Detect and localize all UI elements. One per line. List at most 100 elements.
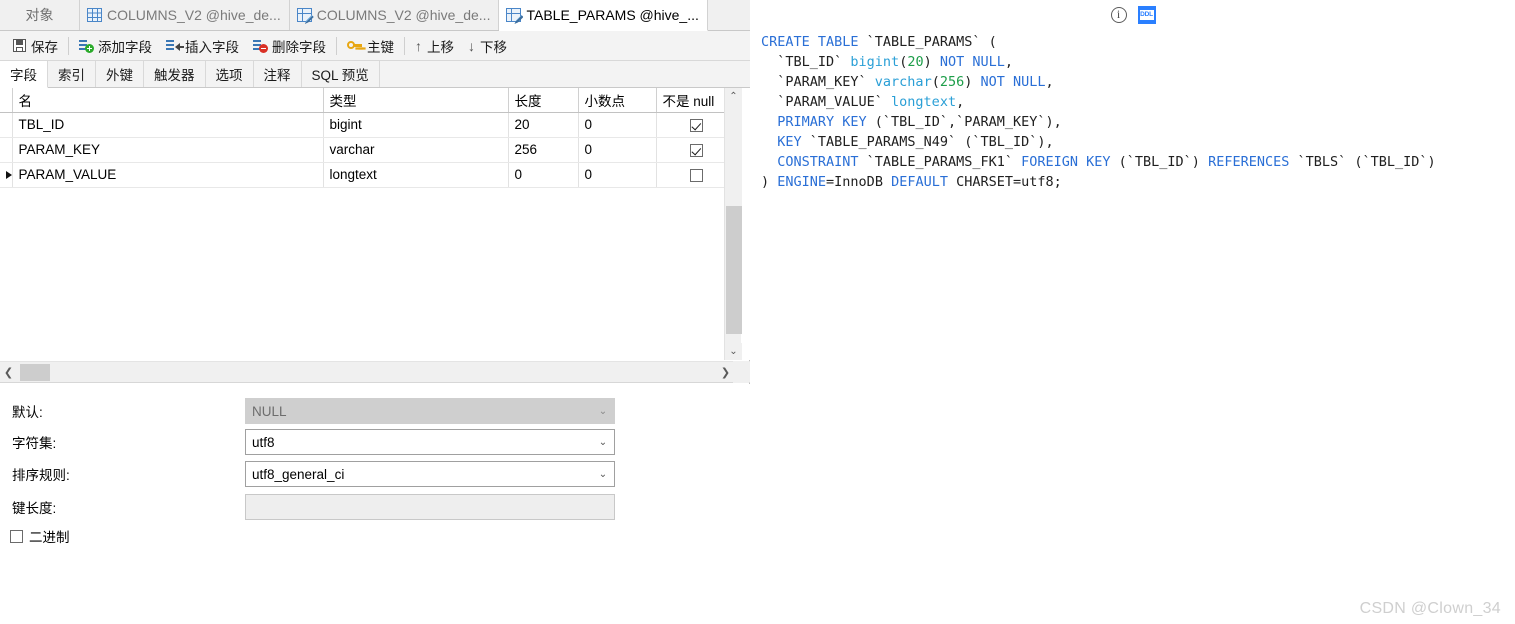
row-marker-header — [0, 88, 13, 113]
document-tabbar: 对象 COLUMNS_V2 @hive_de... COLUMNS_V2 @hi… — [0, 0, 750, 31]
chevron-down-icon: ⌄ — [598, 436, 608, 448]
grid-vertical-scrollbar[interactable]: ⌃ ⌄ — [724, 88, 742, 360]
column-header-name[interactable]: 名 — [12, 88, 324, 113]
table-grid-icon — [87, 8, 102, 22]
watermark: CSDN @Clown_34 — [1359, 600, 1501, 617]
toolbar-separator — [404, 36, 405, 55]
scrollbar-thumb[interactable] — [20, 364, 50, 381]
ddl-line: CONSTRAINT `TABLE_PARAMS_FK1` FOREIGN KE… — [761, 152, 1515, 172]
add-field-button[interactable]: 添加字段 — [72, 34, 159, 58]
field-properties-form: 默认: NULL ⌄ 字符集: utf8 ⌄ 排序规则: utf8_genera… — [0, 384, 750, 624]
ddl-token: CONSTRAINT — [777, 154, 859, 170]
not-null-checkbox[interactable] — [689, 118, 703, 132]
scrollbar-thumb[interactable] — [726, 206, 742, 334]
subtab-label: 触发器 — [154, 68, 195, 83]
fields-grid[interactable]: 名 类型 长度 小数点 不是 null TBL_ID bigint 20 0 P… — [0, 88, 750, 360]
primary-key-button[interactable]: 主键 — [340, 34, 401, 58]
toolbar-separator — [336, 36, 337, 55]
column-header-length[interactable]: 长度 — [508, 88, 579, 113]
binary-checkbox[interactable] — [10, 529, 23, 543]
ddl-token: ) — [923, 54, 940, 70]
ddl-token: `PARAM_VALUE` — [761, 94, 892, 110]
cell-type[interactable]: bigint — [323, 112, 509, 138]
binary-checkbox-row[interactable]: 二进制 — [10, 526, 70, 546]
delete-field-button[interactable]: 删除字段 — [246, 34, 333, 58]
subtab-foreign-keys[interactable]: 外键 — [96, 61, 144, 87]
table-row[interactable]: PARAM_VALUE longtext 0 0 — [0, 162, 731, 188]
subtab-options[interactable]: 选项 — [205, 61, 254, 87]
key-icon — [347, 39, 362, 52]
scroll-right-button[interactable]: ❯ — [717, 362, 734, 383]
ddl-line: CREATE TABLE `TABLE_PARAMS` ( — [761, 32, 1515, 52]
cell-length[interactable]: 256 — [508, 137, 579, 163]
move-up-button[interactable]: ↑ 上移 — [408, 34, 461, 58]
collation-select[interactable]: utf8_general_ci ⌄ — [245, 461, 615, 487]
not-null-checkbox[interactable] — [689, 168, 703, 182]
fields-table: 名 类型 长度 小数点 不是 null TBL_ID bigint 20 0 P… — [0, 88, 731, 188]
ddl-token — [761, 134, 777, 150]
table-row[interactable]: TBL_ID bigint 20 0 — [0, 112, 731, 138]
tab-label: COLUMNS_V2 @hive_de... — [316, 7, 491, 23]
scroll-down-button[interactable]: ⌄ — [725, 343, 742, 360]
cell-decimals[interactable]: 0 — [578, 137, 657, 163]
table-row[interactable]: PARAM_KEY varchar 256 0 — [0, 137, 731, 163]
key-length-input[interactable] — [245, 494, 615, 520]
subtab-triggers[interactable]: 触发器 — [144, 61, 206, 87]
scroll-left-button[interactable]: ❮ — [0, 362, 17, 383]
tab-label: TABLE_PARAMS @hive_... — [526, 7, 699, 23]
cell-name[interactable]: TBL_ID — [12, 112, 324, 138]
cell-length[interactable]: 0 — [508, 162, 579, 188]
subtab-label: 字段 — [10, 68, 37, 83]
cell-type[interactable]: longtext — [323, 162, 509, 188]
not-null-checkbox[interactable] — [689, 143, 703, 157]
ddl-line: PRIMARY KEY (`TBL_ID`,`PARAM_KEY`), — [761, 112, 1515, 132]
info-icon[interactable]: i — [1110, 7, 1127, 23]
ddl-preview-pane: i CREATE TABLE `TABLE_PARAMS` ( `TBL_ID`… — [751, 0, 1515, 624]
cell-not-null[interactable] — [656, 137, 731, 163]
cell-type[interactable]: varchar — [323, 137, 509, 163]
move-down-button[interactable]: ↓ 下移 — [461, 34, 514, 58]
cell-decimals[interactable]: 0 — [578, 112, 657, 138]
move-down-label: 下移 — [480, 39, 507, 55]
ddl-token: NOT NULL — [939, 54, 1005, 70]
grid-horizontal-scrollbar[interactable]: ❮ ❯ — [0, 361, 750, 383]
tab-columns-v2-data[interactable]: COLUMNS_V2 @hive_de... — [80, 0, 290, 30]
save-label: 保存 — [31, 39, 58, 55]
cell-not-null[interactable] — [656, 162, 731, 188]
row-marker-cell — [0, 162, 13, 188]
ddl-token: longtext — [891, 94, 957, 110]
subtab-indexes[interactable]: 索引 — [48, 61, 96, 87]
tab-table-params-design[interactable]: TABLE_PARAMS @hive_... — [499, 0, 708, 31]
charset-select[interactable]: utf8 ⌄ — [245, 429, 615, 455]
cell-name[interactable]: PARAM_VALUE — [12, 162, 324, 188]
ddl-line: ) ENGINE=InnoDB DEFAULT CHARSET=utf8; — [761, 172, 1515, 192]
scroll-up-button[interactable]: ⌃ — [725, 88, 742, 105]
app-root: 对象 COLUMNS_V2 @hive_de... COLUMNS_V2 @hi… — [0, 0, 1515, 624]
key-length-label: 键长度: — [12, 501, 57, 516]
current-row-marker-icon — [6, 171, 11, 180]
column-header-not-null[interactable]: 不是 null — [656, 88, 731, 113]
default-select[interactable]: NULL ⌄ — [245, 398, 615, 424]
insert-field-button[interactable]: 插入字段 — [159, 34, 246, 58]
object-tab[interactable]: 对象 — [0, 0, 80, 30]
ddl-icon[interactable] — [1137, 6, 1156, 24]
subtab-comment[interactable]: 注释 — [253, 61, 302, 87]
cell-decimals[interactable]: 0 — [578, 162, 657, 188]
scrollbar-track[interactable] — [726, 105, 742, 206]
tab-columns-v2-design[interactable]: COLUMNS_V2 @hive_de... — [289, 0, 500, 30]
collation-row: 排序规则: — [12, 461, 232, 487]
table-header-row: 名 类型 长度 小数点 不是 null — [0, 88, 731, 113]
cell-length[interactable]: 20 — [508, 112, 579, 138]
subtab-label: 索引 — [58, 68, 85, 83]
row-marker-cell — [0, 112, 13, 138]
arrow-up-icon: ↑ — [415, 37, 422, 54]
column-header-type[interactable]: 类型 — [323, 88, 509, 113]
cell-name[interactable]: PARAM_KEY — [12, 137, 324, 163]
cell-not-null[interactable] — [656, 112, 731, 138]
subtab-fields[interactable]: 字段 — [0, 61, 48, 88]
subtab-sql-preview[interactable]: SQL 预览 — [301, 61, 380, 87]
designer-subtabs: 字段 索引 外键 触发器 选项 注释 SQL 预览 — [0, 61, 750, 88]
save-button[interactable]: 保存 — [6, 34, 65, 58]
chevron-down-icon: ⌄ — [729, 346, 738, 357]
column-header-decimals[interactable]: 小数点 — [578, 88, 657, 113]
